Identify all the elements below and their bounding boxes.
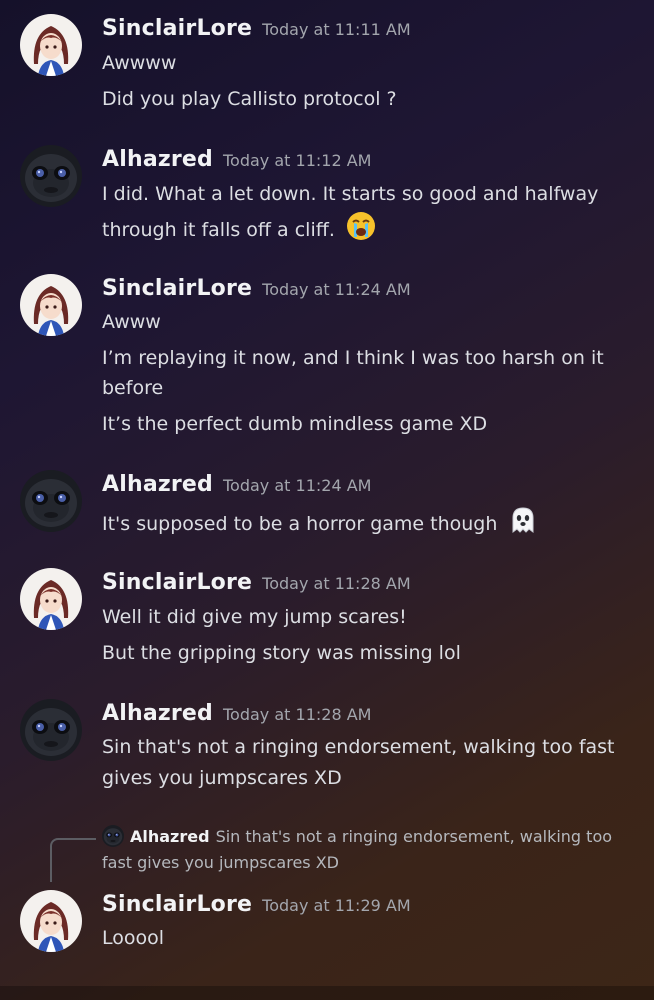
message-text: It’s the perfect dumb mindless game XD: [102, 413, 488, 435]
timestamp: Today at 11:28 AM: [262, 574, 411, 593]
username[interactable]: Alhazred: [102, 472, 213, 497]
username[interactable]: SinclairLore: [102, 276, 252, 301]
dark-face-avatar[interactable]: [20, 145, 82, 207]
chat-log: SinclairLore Today at 11:11 AM Awwww Did …: [0, 0, 654, 1000]
message-text-segment: through it falls off a cliff.: [102, 219, 335, 241]
reply-username[interactable]: Alhazred: [130, 827, 210, 846]
username[interactable]: SinclairLore: [102, 16, 252, 41]
reply-text: Sin that's not a ringing endorsement, wa…: [215, 827, 613, 846]
message-text: Awwww: [102, 52, 177, 74]
timestamp: Today at 11:11 AM: [262, 20, 411, 39]
timestamp: Today at 11:24 AM: [223, 476, 372, 495]
message-text: Well it did give my jump scares!: [102, 606, 407, 628]
crying-face-emoji: [345, 210, 377, 252]
reply-preview[interactable]: Alhazred Sin that's not a ringing endorse…: [102, 824, 642, 876]
message-text: Sin that's not a ringing endorsement, wa…: [102, 736, 615, 758]
username[interactable]: SinclairLore: [102, 892, 252, 917]
username[interactable]: Alhazred: [102, 701, 213, 726]
reply-connector-line: [50, 838, 96, 882]
message-text: through it falls off a cliff.: [102, 210, 377, 252]
ghost-emoji: [507, 504, 539, 546]
message-text: gives you jumpscares XD: [102, 767, 342, 789]
timestamp: Today at 11:24 AM: [262, 280, 411, 299]
anime-girl-avatar[interactable]: [20, 568, 82, 630]
message-text: before: [102, 377, 164, 399]
timestamp: Today at 11:12 AM: [223, 151, 372, 170]
anime-girl-avatar[interactable]: [20, 890, 82, 952]
anime-girl-avatar[interactable]: [20, 14, 82, 76]
message-text: Did you play Callisto protocol ?: [102, 88, 397, 110]
username[interactable]: Alhazred: [102, 147, 213, 172]
bottom-edge: [0, 986, 654, 1000]
dark-face-avatar[interactable]: [20, 470, 82, 532]
message-text: Looool: [102, 927, 165, 949]
dark-face-avatar[interactable]: [20, 699, 82, 761]
timestamp: Today at 11:29 AM: [262, 896, 411, 915]
timestamp: Today at 11:28 AM: [223, 705, 372, 724]
message-text: I’m replaying it now, and I think I was …: [102, 347, 604, 369]
anime-girl-avatar[interactable]: [20, 274, 82, 336]
message-text: It's supposed to be a horror game though: [102, 504, 539, 546]
message-text-segment: It's supposed to be a horror game though: [102, 513, 498, 535]
reply-avatar-icon: [102, 825, 124, 847]
message-text: But the gripping story was missing lol: [102, 642, 461, 664]
username[interactable]: SinclairLore: [102, 570, 252, 595]
message-text: I did. What a let down. It starts so goo…: [102, 183, 599, 205]
reply-text: fast gives you jumpscares XD: [102, 853, 339, 872]
message-text: Awww: [102, 311, 161, 333]
